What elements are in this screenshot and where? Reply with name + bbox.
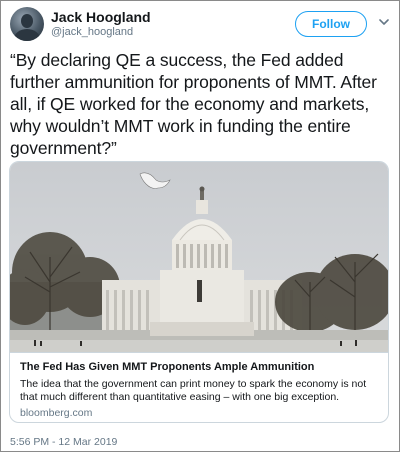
avatar[interactable]	[10, 7, 44, 41]
card-domain[interactable]: bloomberg.com	[20, 407, 380, 419]
card-description: The idea that the government can print m…	[20, 378, 367, 403]
tweet-text: “By declaring QE a success, the Fed adde…	[10, 50, 377, 158]
chevron-down-icon[interactable]	[377, 15, 391, 29]
link-card[interactable]: The Fed Has Given MMT Proponents Ample A…	[9, 161, 389, 423]
card-title[interactable]: The Fed Has Given MMT Proponents Ample A…	[20, 360, 380, 374]
card-image	[10, 162, 388, 352]
tweet-timestamp[interactable]: 5:56 PM - 12 Mar 2019	[10, 436, 117, 448]
author-handle[interactable]: @jack_hoogland	[51, 26, 133, 38]
avatar-photo	[14, 14, 40, 41]
follow-button[interactable]: Follow	[295, 11, 367, 37]
card-body: The Fed Has Given MMT Proponents Ample A…	[10, 352, 388, 422]
author-name[interactable]: Jack Hoogland	[51, 9, 151, 25]
tweet-container: Jack Hoogland @jack_hoogland Follow “By …	[0, 0, 400, 452]
